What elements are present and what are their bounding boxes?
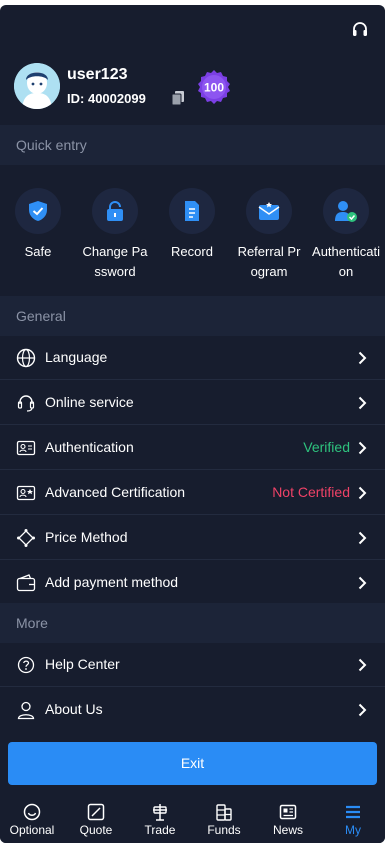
- chevron-right-icon: [358, 351, 367, 365]
- chart-square-icon: [87, 803, 105, 821]
- level-badge-icon: 100: [198, 70, 230, 104]
- quick-item-change-password[interactable]: Change Password: [80, 188, 150, 282]
- id-card-icon: [16, 440, 36, 456]
- row-about-us[interactable]: About Us: [0, 688, 385, 732]
- newspaper-icon: [279, 804, 297, 820]
- quick-item-label: Record: [171, 244, 213, 259]
- menu-icon: [346, 805, 360, 819]
- chevron-right-icon: [358, 703, 367, 717]
- tab-label: Quote: [79, 823, 113, 837]
- envelope-icon: [246, 188, 292, 234]
- headset-icon[interactable]: [351, 21, 369, 39]
- row-online-service[interactable]: Online service: [0, 381, 385, 425]
- quick-item-safe[interactable]: Safe: [3, 188, 73, 262]
- tab-quote[interactable]: Quote: [64, 795, 128, 843]
- row-advanced-certification[interactable]: Advanced Certification Not Certified: [0, 471, 385, 515]
- chevron-right-icon: [358, 658, 367, 672]
- row-label: Add payment method: [45, 574, 179, 590]
- row-authentication[interactable]: Authentication Verified: [0, 426, 385, 470]
- globe-icon: [16, 348, 36, 368]
- row-label: Language: [45, 349, 108, 365]
- headset-icon: [17, 395, 35, 412]
- id-card-star-icon: [16, 485, 36, 501]
- status-not-certified: Not Certified: [272, 484, 350, 500]
- quick-item-authentication[interactable]: Authentication: [311, 188, 381, 282]
- wallet-icon: [16, 574, 36, 592]
- quick-item-label: Referral Program: [237, 244, 301, 279]
- smiley-icon: [23, 803, 41, 821]
- chevron-right-icon: [358, 486, 367, 500]
- section-general: General: [0, 296, 385, 336]
- chevron-right-icon: [358, 576, 367, 590]
- quick-item-label: Authentication: [312, 244, 380, 279]
- row-label: Price Method: [45, 529, 128, 545]
- user-id-label: ID:: [67, 91, 85, 106]
- user-id: ID: 40002099: [67, 91, 146, 106]
- row-label: Authentication: [45, 439, 134, 455]
- tab-news[interactable]: News: [256, 795, 320, 843]
- badge-value: 100: [204, 81, 224, 95]
- quick-item-referral[interactable]: Referral Program: [234, 188, 304, 282]
- shield-icon: [15, 188, 61, 234]
- chevron-right-icon: [358, 531, 367, 545]
- tab-funds[interactable]: Funds: [192, 795, 256, 843]
- quick-item-label: Safe: [24, 244, 52, 259]
- quick-item-label: Change Password: [82, 244, 148, 279]
- tab-label: Funds: [207, 823, 241, 837]
- row-add-payment-method[interactable]: Add payment method: [0, 561, 385, 605]
- chevron-right-icon: [358, 441, 367, 455]
- row-language[interactable]: Language: [0, 336, 385, 380]
- bottom-tab-bar: Optional Quote Trade Funds News My: [0, 795, 385, 843]
- tab-my[interactable]: My: [321, 795, 385, 843]
- quick-item-record[interactable]: Record: [157, 188, 227, 262]
- status-verified: Verified: [303, 439, 350, 455]
- exit-button[interactable]: Exit: [8, 742, 377, 785]
- row-help-center[interactable]: Help Center: [0, 643, 385, 687]
- tab-label: Trade: [144, 823, 176, 837]
- tab-label: Optional: [9, 823, 55, 837]
- row-label: About Us: [45, 701, 103, 717]
- profile-card: user123 ID: 40002099 100: [14, 63, 374, 115]
- section-more: More: [0, 603, 385, 643]
- tab-label: My: [345, 823, 361, 837]
- quick-entry-grid: Safe Change Password Record Referral Pro…: [0, 170, 385, 300]
- copy-icon[interactable]: [172, 91, 184, 105]
- document-icon: [169, 188, 215, 234]
- coins-icon: [216, 804, 232, 821]
- row-price-method[interactable]: Price Method: [0, 516, 385, 560]
- avatar-icon: [14, 63, 60, 109]
- phone-frame: user123 ID: 40002099 100 Quick entry Saf…: [0, 0, 385, 845]
- chevron-right-icon: [358, 396, 367, 410]
- username: user123: [67, 66, 128, 83]
- lock-icon: [92, 188, 138, 234]
- row-label: Help Center: [45, 656, 120, 672]
- question-circle-icon: [17, 656, 35, 674]
- user-id-value: 40002099: [87, 91, 146, 106]
- scale-icon: [153, 804, 167, 821]
- section-quick-entry: Quick entry: [0, 125, 385, 165]
- user-check-icon: [323, 188, 369, 234]
- tab-trade[interactable]: Trade: [128, 795, 192, 843]
- tab-label: News: [272, 823, 303, 837]
- screen: user123 ID: 40002099 100 Quick entry Saf…: [0, 5, 385, 843]
- avatar[interactable]: [14, 63, 60, 109]
- person-icon: [17, 701, 35, 720]
- tab-optional[interactable]: Optional: [0, 795, 64, 843]
- diamond-icon: [17, 529, 35, 547]
- row-label: Advanced Certification: [45, 484, 186, 500]
- row-label: Online service: [45, 394, 134, 410]
